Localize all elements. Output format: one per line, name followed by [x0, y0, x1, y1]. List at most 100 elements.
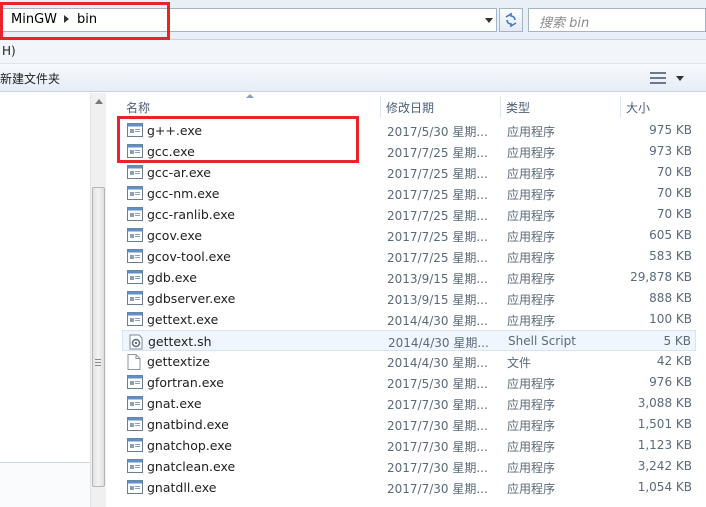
search-placeholder: 搜索 bin [539, 16, 590, 31]
column-divider[interactable] [500, 96, 501, 118]
scroll-up-icon[interactable] [95, 99, 103, 104]
navigation-lower-section [0, 462, 90, 507]
file-row[interactable]: gcov-tool.exe 2017/7/25 星期... 应用程序 583 KB [122, 246, 696, 267]
file-row[interactable]: gdb.exe 2013/9/15 星期... 应用程序 29,878 KB [122, 267, 696, 288]
file-size: 1,054 KB [637, 480, 692, 494]
file-date: 2014/4/30 星期... [387, 356, 488, 370]
file-type: Shell Script [508, 334, 576, 348]
file-row[interactable]: gfortran.exe 2017/5/30 星期... 应用程序 976 KB [122, 372, 696, 393]
search-input[interactable]: 搜索 bin [528, 8, 706, 32]
file-name: gnatchop.exe [147, 438, 232, 453]
file-type: 应用程序 [507, 188, 556, 202]
file-row[interactable]: gcc-ar.exe 2017/7/25 星期... 应用程序 70 KB [122, 162, 696, 183]
file-size: 1,123 KB [637, 438, 692, 452]
exe-icon [127, 165, 143, 179]
script-icon [128, 334, 144, 350]
file-date: 2017/7/30 星期... [387, 482, 488, 496]
file-name: gnatdll.exe [147, 480, 217, 495]
file-name: gnat.exe [147, 396, 202, 411]
file-date: 2013/9/15 星期... [387, 293, 488, 307]
file-name: gnatbind.exe [147, 417, 229, 432]
file-row[interactable]: gnatchop.exe 2017/7/30 星期... 应用程序 1,123 KB [122, 435, 696, 456]
file-row[interactable]: gnatdll.exe 2017/7/30 星期... 应用程序 1,054 KB [122, 477, 696, 498]
file-date: 2017/7/25 星期... [387, 146, 488, 160]
file-date: 2017/7/25 星期... [387, 230, 488, 244]
column-name[interactable]: 名称 [126, 99, 150, 116]
file-date: 2017/5/30 星期... [387, 125, 488, 139]
file-type: 应用程序 [507, 377, 556, 391]
file-type: 应用程序 [507, 146, 556, 160]
scrollbar-thumb[interactable] [92, 187, 105, 487]
column-date[interactable]: 修改日期 [386, 99, 434, 116]
file-type: 应用程序 [507, 440, 556, 454]
file-row[interactable]: gcov.exe 2017/7/25 星期... 应用程序 605 KB [122, 225, 696, 246]
file-row[interactable]: gnatclean.exe 2017/7/30 星期... 应用程序 3,242 KB [122, 456, 696, 477]
file-size: 100 KB [649, 312, 692, 326]
column-divider[interactable] [620, 96, 621, 118]
view-dropdown-icon[interactable] [676, 76, 684, 81]
file-type: 应用程序 [507, 230, 556, 244]
file-row[interactable]: gcc-ranlib.exe 2017/7/25 星期... 应用程序 70 KB [122, 204, 696, 225]
file-type: 应用程序 [507, 167, 556, 181]
column-type[interactable]: 类型 [506, 99, 530, 116]
file-date: 2017/7/30 星期... [387, 419, 488, 433]
file-date: 2013/9/15 星期... [387, 272, 488, 286]
file-size: 976 KB [649, 375, 692, 389]
refresh-button[interactable] [499, 8, 523, 32]
exe-icon [127, 270, 143, 284]
file-size: 3,242 KB [637, 459, 692, 473]
file-size: 70 KB [656, 207, 692, 221]
file-size: 1,501 KB [637, 417, 692, 431]
file-type: 应用程序 [507, 293, 556, 307]
file-name: gcov.exe [147, 228, 203, 243]
file-row[interactable]: gettext.sh 2014/4/30 星期... Shell Script 5 K… [122, 330, 696, 351]
file-size: 975 KB [649, 123, 692, 137]
exe-icon [127, 375, 143, 389]
view-options-icon[interactable] [650, 72, 666, 84]
navigation-scrollbar[interactable] [90, 93, 106, 507]
column-divider[interactable] [380, 96, 381, 118]
exe-icon [127, 228, 143, 242]
menu-help-partial[interactable]: H) [2, 44, 16, 58]
file-size: 3,088 KB [637, 396, 692, 410]
file-name: gnatclean.exe [147, 459, 236, 474]
file-size: 888 KB [649, 291, 692, 305]
file-size: 70 KB [656, 186, 692, 200]
file-date: 2017/7/30 星期... [387, 398, 488, 412]
file-size: 5 KB [663, 334, 691, 348]
file-row[interactable]: gettext.exe 2014/4/30 星期... 应用程序 100 KB [122, 309, 696, 330]
file-name: gcc-ranlib.exe [147, 207, 235, 222]
file-row[interactable]: gcc-nm.exe 2017/7/25 星期... 应用程序 70 KB [122, 183, 696, 204]
file-size: 70 KB [656, 165, 692, 179]
annotation-box-compilers [117, 116, 359, 163]
file-row[interactable]: gettextize 2014/4/30 星期... 文件 42 KB [122, 351, 696, 372]
new-folder-button[interactable]: 新建文件夹 [0, 70, 60, 87]
exe-icon [127, 207, 143, 221]
file-type: 应用程序 [507, 482, 556, 496]
address-history-dropdown[interactable] [481, 8, 497, 32]
exe-icon [127, 312, 143, 326]
exe-icon [127, 291, 143, 305]
file-type: 应用程序 [507, 251, 556, 265]
file-type: 应用程序 [507, 398, 556, 412]
file-date: 2017/5/30 星期... [387, 377, 488, 391]
command-bar: 新建文件夹 [0, 64, 706, 92]
file-type: 文件 [507, 356, 532, 370]
file-name: gcov-tool.exe [147, 249, 231, 264]
file-name: gcc-nm.exe [147, 186, 220, 201]
file-size: 605 KB [649, 228, 692, 242]
file-row[interactable]: gnat.exe 2017/7/30 星期... 应用程序 3,088 KB [122, 393, 696, 414]
file-size: 973 KB [649, 144, 692, 158]
column-size[interactable]: 大小 [626, 99, 650, 116]
file-date: 2014/4/30 星期... [387, 314, 488, 328]
column-header: 名称 修改日期 类型 大小 [120, 96, 706, 118]
file-name: gfortran.exe [147, 375, 224, 390]
file-date: 2017/7/25 星期... [387, 167, 488, 181]
file-name: gettext.exe [147, 312, 219, 327]
file-type: 应用程序 [507, 419, 556, 433]
menu-bar: H) [0, 40, 706, 64]
scrollbar-grip-icon [95, 359, 101, 368]
file-row[interactable]: gnatbind.exe 2017/7/30 星期... 应用程序 1,501 KB [122, 414, 696, 435]
file-row[interactable]: gdbserver.exe 2013/9/15 星期... 应用程序 888 KB [122, 288, 696, 309]
file-date: 2017/7/25 星期... [387, 188, 488, 202]
